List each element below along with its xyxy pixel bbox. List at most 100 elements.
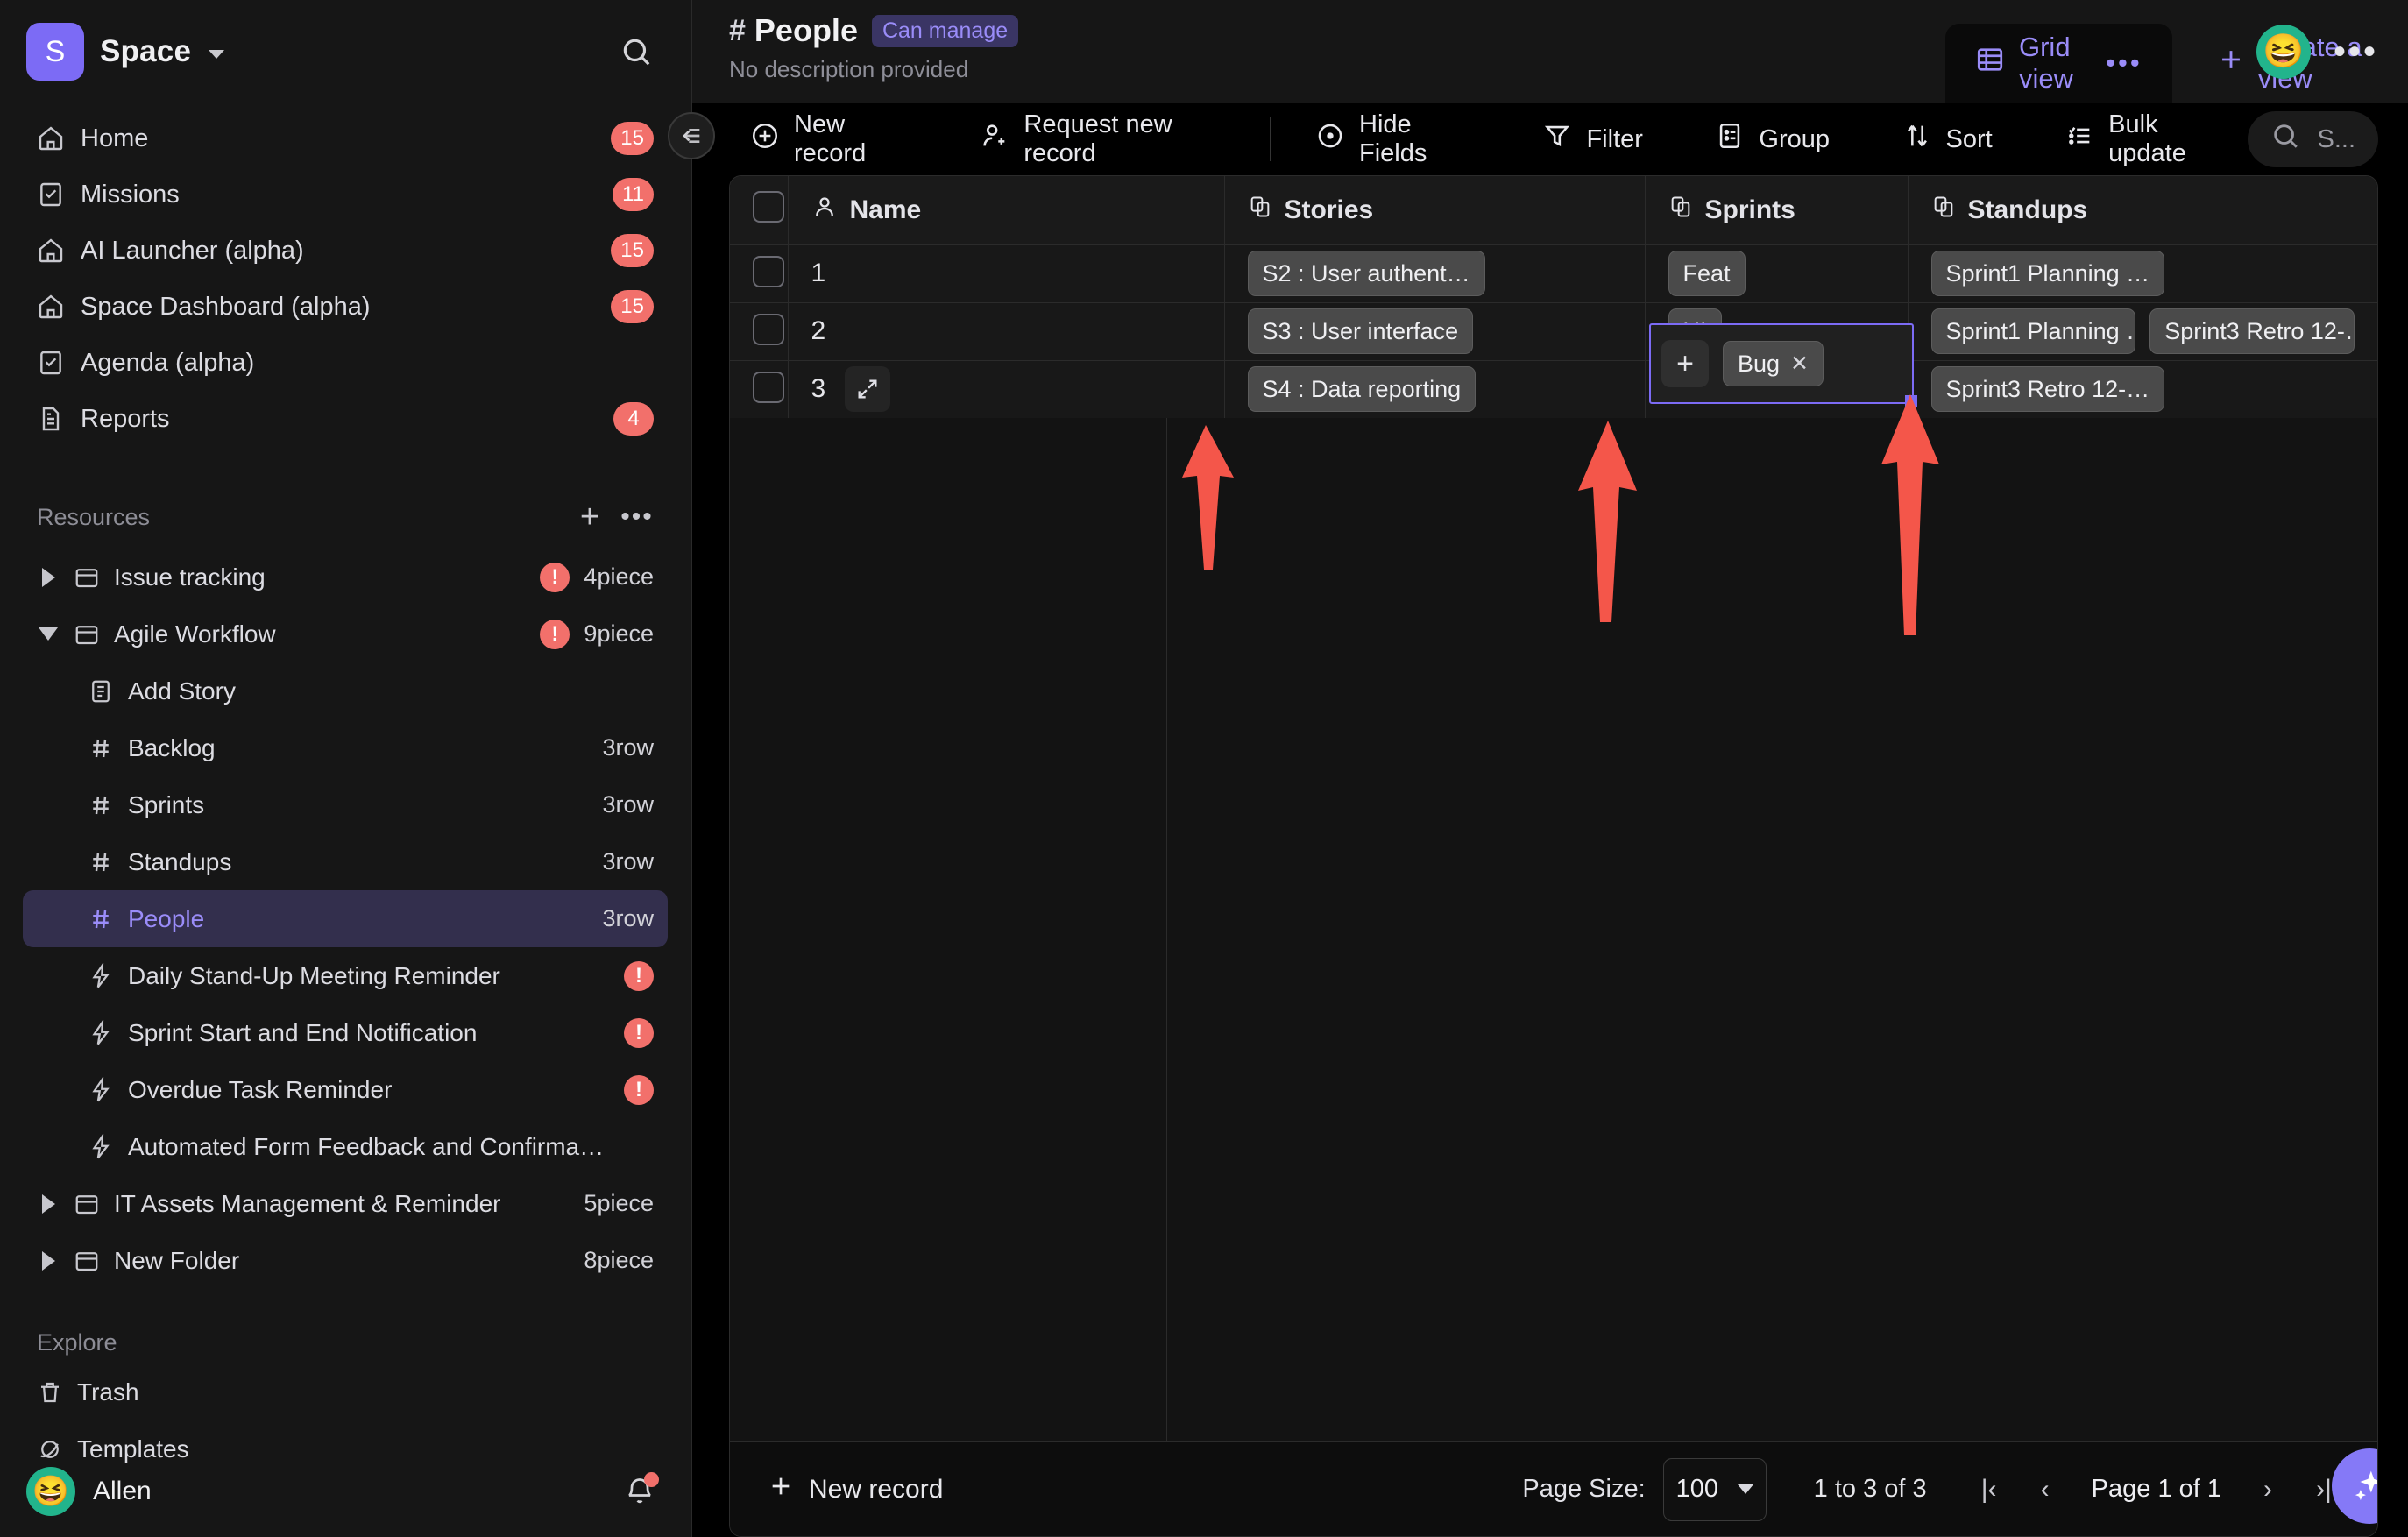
row-checkbox[interactable] <box>753 371 784 403</box>
space-avatar[interactable]: S <box>26 23 84 81</box>
chevron-right-icon[interactable] <box>37 567 60 587</box>
avatar[interactable]: 😆 <box>2256 25 2311 79</box>
notifications-button[interactable] <box>619 1470 661 1512</box>
cell-sprints[interactable]: Feat <box>1645 244 1909 303</box>
chevron-down-icon <box>1737 1484 1753 1494</box>
tree-item-sprint-start-end-notification[interactable]: Sprint Start and End Notification ! <box>23 1004 668 1061</box>
group-button[interactable]: Group <box>1694 114 1851 165</box>
tree-item-add-story[interactable]: Add Story <box>23 662 668 719</box>
tree-item-label: New Folder <box>114 1246 240 1274</box>
column-header-stories[interactable]: Stories <box>1224 176 1646 245</box>
search-input[interactable]: S... <box>2247 111 2379 167</box>
header-more-button[interactable]: ••• <box>2334 34 2378 69</box>
remove-chip-icon[interactable]: ✕ <box>1790 351 1809 377</box>
record-chip[interactable]: Sprint3 Retro 12-… <box>1930 366 2165 412</box>
row-select-cell[interactable] <box>730 360 789 419</box>
tree-item-issue-tracking[interactable]: Issue tracking ! 4piece <box>23 549 668 606</box>
cell-standups[interactable]: Sprint1 Planning … Sprint3 Retro 12-… <box>1908 302 2377 361</box>
hide-fields-button[interactable]: Hide Fields <box>1294 110 1491 167</box>
record-chip[interactable]: Feat <box>1668 251 1746 296</box>
cell-stories[interactable]: S3 : User interface <box>1224 302 1646 361</box>
add-link-button[interactable]: + <box>1661 340 1709 387</box>
cell-name[interactable]: 3 <box>788 360 1225 419</box>
table-hash-icon: # <box>729 13 746 47</box>
home-icon <box>37 237 65 265</box>
sidebar-item-missions[interactable]: Missions 11 <box>23 166 668 223</box>
footer-new-record-button[interactable]: New record <box>756 1472 953 1507</box>
filter-button[interactable]: Filter <box>1521 114 1663 165</box>
first-page-button[interactable]: |‹ <box>1965 1466 2013 1513</box>
record-chip[interactable]: Sprint1 Planning … <box>1930 251 2165 296</box>
tab-more-button[interactable]: ••• <box>2106 47 2142 79</box>
expand-record-button[interactable] <box>845 366 891 412</box>
sidebar-item-trash[interactable]: Trash <box>23 1363 668 1420</box>
select-all-header[interactable] <box>730 176 789 245</box>
column-header-sprints[interactable]: Sprints <box>1645 176 1909 245</box>
page-description[interactable]: No description provided <box>729 56 1018 83</box>
sort-button[interactable]: Sort <box>1881 114 2014 165</box>
row-select-cell[interactable] <box>730 302 789 361</box>
cell-resize-handle[interactable] <box>1905 395 1917 407</box>
tab-grid-view[interactable]: Grid view ••• <box>1945 24 2172 103</box>
folder-icon <box>74 564 100 591</box>
record-chip[interactable]: S3 : User interface <box>1247 308 1474 354</box>
select-all-checkbox[interactable] <box>753 190 784 223</box>
cell-standups[interactable]: Sprint1 Planning … <box>1908 244 2377 303</box>
tree-item-sprints[interactable]: Sprints 3row <box>23 776 668 833</box>
chevron-down-icon[interactable] <box>209 50 225 59</box>
sidebar-item-ai-launcher[interactable]: AI Launcher (alpha) 15 <box>23 223 668 279</box>
tree-item-overdue-task-reminder[interactable]: Overdue Task Reminder ! <box>23 1061 668 1118</box>
record-chip-bug[interactable]: Bug ✕ <box>1723 341 1824 386</box>
chevron-right-icon[interactable] <box>37 1193 60 1214</box>
record-chip[interactable]: Sprint3 Retro 12-… <box>2149 308 2355 354</box>
cell-stories[interactable]: S2 : User authent… <box>1224 244 1646 303</box>
tree-item-automated-form-feedback[interactable]: Automated Form Feedback and Confirma… <box>23 1118 668 1175</box>
cell-name[interactable]: 2 <box>788 302 1225 361</box>
bulk-update-button[interactable]: Bulk update <box>2043 110 2247 167</box>
cell-stories[interactable]: S4 : Data reporting <box>1224 360 1646 419</box>
sidebar-item-reports[interactable]: Reports 4 <box>23 391 668 447</box>
row-checkbox[interactable] <box>753 313 784 345</box>
tree-item-people[interactable]: People 3row <box>23 890 668 947</box>
sidebar-item-space-dashboard[interactable]: Space Dashboard (alpha) 15 <box>23 279 668 335</box>
sidebar-collapse-button[interactable] <box>668 112 715 159</box>
table-row[interactable]: 2 S3 : User interface UI Sprint1 Plannin… <box>730 302 2377 361</box>
new-record-button[interactable]: New record <box>729 110 929 167</box>
cell-name[interactable]: 1 <box>788 244 1225 303</box>
cell-standups[interactable]: Sprint3 Retro 12-… <box>1908 360 2377 419</box>
resources-more-button[interactable]: ••• <box>613 493 661 541</box>
chevron-down-icon[interactable] <box>37 627 60 641</box>
sidebar-item-home[interactable]: Home 15 <box>23 110 668 166</box>
tree-item-count: 3row <box>602 848 654 875</box>
page-size-select[interactable]: 100 <box>1662 1457 1767 1521</box>
avatar[interactable]: 😆 <box>26 1467 75 1516</box>
next-page-button[interactable]: › <box>2244 1466 2291 1513</box>
search-icon[interactable] <box>612 27 661 76</box>
chevron-right-icon[interactable] <box>37 1250 60 1271</box>
record-chip[interactable]: S2 : User authent… <box>1247 251 1485 296</box>
tree-item-daily-standup-reminder[interactable]: Daily Stand-Up Meeting Reminder ! <box>23 947 668 1004</box>
page-size-label: Page Size: <box>1522 1475 1646 1503</box>
grid-scroll-area[interactable]: Name Stories Sprints Standups 1 S2: Use… <box>730 176 2377 1441</box>
column-header-standups[interactable]: Standups <box>1908 176 2377 245</box>
tree-item-standups[interactable]: Standups 3row <box>23 833 668 890</box>
prev-page-button[interactable]: ‹ <box>2022 1466 2069 1513</box>
row-select-cell[interactable] <box>730 244 789 303</box>
sidebar-item-agenda[interactable]: Agenda (alpha) <box>23 335 668 391</box>
tree-item-backlog[interactable]: Backlog 3row <box>23 719 668 776</box>
space-name[interactable]: Space <box>100 34 191 69</box>
table-row[interactable]: 1 S2 : User authent… Feat Sprint1 Planni… <box>730 244 2377 303</box>
table-row[interactable]: 3 S4 : Data reporting Sprint3 Retro 12-… <box>730 360 2377 419</box>
add-resource-button[interactable]: + <box>566 493 613 541</box>
record-chip[interactable]: Sprint1 Planning … <box>1930 308 2136 354</box>
sprints-cell-editor[interactable]: + Bug ✕ <box>1649 323 1917 407</box>
tree-item-new-folder[interactable]: New Folder 8piece <box>23 1232 668 1289</box>
sidebar-user[interactable]: 😆 Allen <box>0 1446 691 1537</box>
request-new-record-button[interactable]: Request new record <box>959 110 1247 167</box>
column-header-name[interactable]: Name <box>788 176 1225 245</box>
record-chip[interactable]: S4 : Data reporting <box>1247 366 1477 412</box>
row-checkbox[interactable] <box>753 255 784 287</box>
tree-item-agile-workflow[interactable]: Agile Workflow ! 9piece <box>23 606 668 662</box>
form-icon <box>88 678 114 705</box>
tree-item-it-assets[interactable]: IT Assets Management & Reminder 5piece <box>23 1175 668 1232</box>
